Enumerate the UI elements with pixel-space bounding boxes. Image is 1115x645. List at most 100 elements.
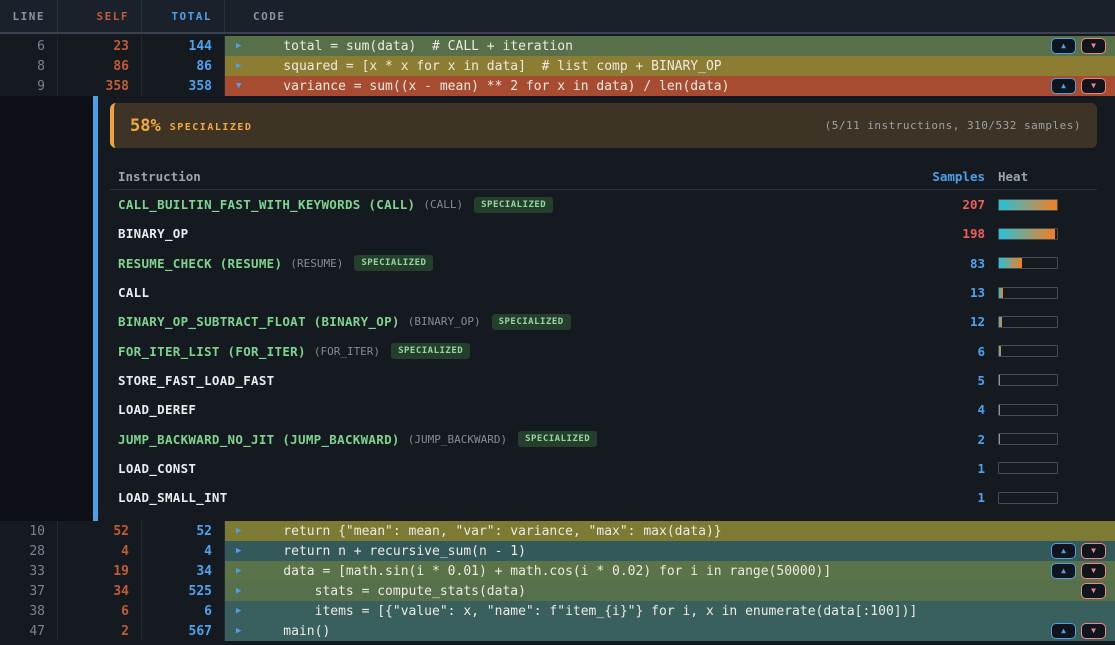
- instruction-samples-value: 5: [915, 373, 985, 388]
- instruction-row: LOAD_CONST1: [110, 454, 1097, 483]
- code-cell[interactable]: ▶ stats = compute_stats(data)▼: [225, 581, 1115, 601]
- code-cell[interactable]: ▶ main()▲▼: [225, 621, 1115, 641]
- heat-bar: [998, 316, 1058, 328]
- instruction-row: FOR_ITER_LIST (FOR_ITER) (FOR_ITER) SPECIA…: [110, 336, 1097, 365]
- line-number: 33: [0, 561, 58, 581]
- heat-bar-fill: [999, 375, 1000, 385]
- column-header-code[interactable]: CODE: [225, 0, 1115, 32]
- heat-bar-fill: [999, 346, 1001, 356]
- expand-arrow-icon[interactable]: ▶: [236, 627, 252, 636]
- code-text: stats = compute_stats(data): [252, 584, 1081, 599]
- code-text: return {"mean": mean, "var": variance, "…: [252, 524, 1106, 539]
- instruction-name: FOR_ITER_LIST (FOR_ITER): [118, 344, 306, 359]
- line-number: 37: [0, 581, 58, 601]
- instruction-name: JUMP_BACKWARD_NO_JIT (JUMP_BACKWARD): [118, 432, 400, 447]
- expand-arrow-icon[interactable]: ▶: [236, 527, 252, 536]
- specialized-badge: SPECIALIZED: [391, 343, 470, 359]
- jump-up-button[interactable]: ▲: [1051, 38, 1076, 54]
- expand-arrow-icon[interactable]: ▶: [236, 42, 252, 51]
- instruction-name: CALL_BUILTIN_FAST_WITH_KEYWORDS (CALL): [118, 197, 415, 212]
- heat-bar-fill: [999, 434, 1000, 444]
- column-header-heat[interactable]: Heat: [998, 169, 1071, 184]
- profiler-window: LINE SELF TOTAL CODE 623144▶ total = sum…: [0, 0, 1115, 645]
- jump-up-button[interactable]: ▲: [1051, 78, 1076, 94]
- code-text: main(): [252, 624, 1051, 639]
- self-samples-value: 34: [58, 581, 142, 601]
- code-row-line-33: 331934▶ data = [math.sin(i * 0.01) + mat…: [0, 561, 1115, 581]
- instruction-samples-value: 2: [915, 432, 985, 447]
- column-header-total[interactable]: TOTAL: [142, 0, 225, 32]
- total-samples-value: 6: [142, 601, 225, 621]
- total-samples-value: 144: [142, 36, 225, 56]
- code-cell[interactable]: ▶ total = sum(data) # CALL + iteration▲▼: [225, 36, 1115, 56]
- code-cell[interactable]: ▶ return {"mean": mean, "var": variance,…: [225, 521, 1115, 541]
- jump-down-button[interactable]: ▼: [1081, 78, 1106, 94]
- jump-up-button[interactable]: ▲: [1051, 623, 1076, 639]
- code-cell[interactable]: ▶ squared = [x * x for x in data] # list…: [225, 56, 1115, 76]
- line-number: 8: [0, 56, 58, 76]
- code-cell[interactable]: ▼ variance = sum((x - mean) ** 2 for x i…: [225, 76, 1115, 96]
- jump-up-button[interactable]: ▲: [1051, 563, 1076, 579]
- self-samples-value: 19: [58, 561, 142, 581]
- instruction-name: CALL: [118, 285, 149, 300]
- column-header-self[interactable]: SELF: [58, 0, 142, 32]
- instruction-name: BINARY_OP: [118, 226, 188, 241]
- jump-down-button[interactable]: ▼: [1081, 38, 1106, 54]
- jump-down-button[interactable]: ▼: [1081, 623, 1106, 639]
- code-cell[interactable]: ▶ items = [{"value": x, "name": f"item_{…: [225, 601, 1115, 621]
- specialized-percent: 58%: [130, 116, 161, 136]
- code-rows-top: 623144▶ total = sum(data) # CALL + itera…: [0, 36, 1115, 96]
- instruction-name-group: CALL_BUILTIN_FAST_WITH_KEYWORDS (CALL)(C…: [118, 197, 915, 213]
- instruction-samples-value: 1: [915, 461, 985, 476]
- code-cell[interactable]: ▶ return n + recursive_sum(n - 1)▲▼: [225, 541, 1115, 561]
- self-samples-value: 86: [58, 56, 142, 76]
- row-jump-buttons: ▲▼: [1051, 623, 1106, 639]
- expand-arrow-icon[interactable]: ▶: [236, 587, 252, 596]
- base-instruction-name: (FOR_ITER): [314, 345, 380, 358]
- column-header-line[interactable]: LINE: [0, 0, 58, 32]
- code-row-line-37: 3734525▶ stats = compute_stats(data)▼: [0, 581, 1115, 601]
- specialized-label: SPECIALIZED: [170, 122, 253, 133]
- code-row-line-9: 9358358▼ variance = sum((x - mean) ** 2 …: [0, 76, 1115, 96]
- instruction-samples-value: 6: [915, 344, 985, 359]
- jump-up-button[interactable]: ▲: [1051, 543, 1076, 559]
- instruction-samples-value: 1: [915, 490, 985, 505]
- line-number: 10: [0, 521, 58, 541]
- instruction-name-group: STORE_FAST_LOAD_FAST: [118, 373, 915, 388]
- instruction-name-group: CALL: [118, 285, 915, 300]
- expand-arrow-icon[interactable]: ▶: [236, 607, 252, 616]
- column-header-samples[interactable]: Samples: [915, 169, 985, 184]
- self-samples-value: 2: [58, 621, 142, 641]
- code-row-line-38: 3866▶ items = [{"value": x, "name": f"it…: [0, 601, 1115, 621]
- instruction-name-group: LOAD_CONST: [118, 461, 915, 476]
- collapse-arrow-icon[interactable]: ▼: [236, 82, 252, 91]
- self-samples-value: 23: [58, 36, 142, 56]
- expand-arrow-icon[interactable]: ▶: [236, 62, 252, 71]
- total-samples-value: 52: [142, 521, 225, 541]
- instruction-name: RESUME_CHECK (RESUME): [118, 256, 282, 271]
- total-samples-value: 4: [142, 541, 225, 561]
- total-samples-value: 525: [142, 581, 225, 601]
- expanded-content: 58% SPECIALIZED (5/11 instructions, 310/…: [110, 96, 1097, 521]
- line-number: 47: [0, 621, 58, 641]
- expand-arrow-icon[interactable]: ▶: [236, 567, 252, 576]
- jump-down-button[interactable]: ▼: [1081, 543, 1106, 559]
- jump-down-button[interactable]: ▼: [1081, 563, 1106, 579]
- code-text: items = [{"value": x, "name": f"item_{i}…: [252, 604, 1106, 619]
- row-jump-buttons: ▲▼: [1051, 543, 1106, 559]
- instruction-row: CALL13: [110, 278, 1097, 307]
- instruction-row: LOAD_SMALL_INT1: [110, 483, 1097, 512]
- base-instruction-name: (BINARY_OP): [408, 315, 481, 328]
- heat-bar: [998, 433, 1058, 445]
- instruction-row: RESUME_CHECK (RESUME)(RESUME)SPECIALIZED…: [110, 249, 1097, 278]
- jump-down-button[interactable]: ▼: [1081, 583, 1106, 599]
- expand-arrow-icon[interactable]: ▶: [236, 547, 252, 556]
- instruction-name-group: RESUME_CHECK (RESUME)(RESUME)SPECIALIZED: [118, 255, 915, 271]
- code-text: variance = sum((x - mean) ** 2 for x in …: [252, 79, 1051, 94]
- instruction-rows: CALL_BUILTIN_FAST_WITH_KEYWORDS (CALL)(C…: [110, 190, 1097, 512]
- code-cell[interactable]: ▶ data = [math.sin(i * 0.01) + math.cos(…: [225, 561, 1115, 581]
- column-header-instruction[interactable]: Instruction: [118, 169, 915, 184]
- heat-bar: [998, 374, 1058, 386]
- row-jump-buttons: ▲▼: [1051, 38, 1106, 54]
- instruction-samples-value: 198: [915, 226, 985, 241]
